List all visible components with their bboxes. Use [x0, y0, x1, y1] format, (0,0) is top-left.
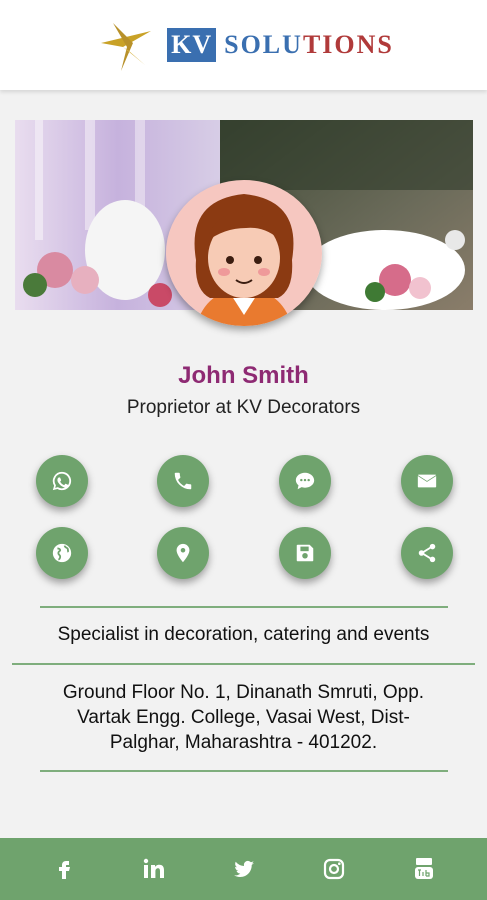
facebook-link[interactable]	[49, 854, 79, 884]
profile-role: Proprietor at KV Decorators	[126, 397, 361, 418]
facebook-icon	[59, 861, 70, 879]
star-logo-icon	[101, 23, 152, 71]
youtube-link[interactable]	[409, 854, 439, 884]
email-button[interactable]	[401, 455, 453, 507]
divider	[12, 663, 475, 665]
share-icon	[418, 543, 436, 563]
youtube-icon	[415, 858, 433, 879]
phone-button[interactable]	[157, 455, 209, 507]
address-line: Vartak Engg. College, Vasai West, Dist-	[77, 707, 410, 728]
twitter-link[interactable]	[229, 854, 259, 884]
brand-solutions: SOLUTIONS	[224, 30, 394, 59]
app-header: KV SOLUTIONS	[0, 0, 487, 90]
linkedin-icon	[143, 858, 164, 878]
profile-address: Ground Floor No. 1, Dinanath Smruti, Opp…	[30, 680, 457, 755]
brand-kv: KV	[167, 28, 217, 62]
profile-avatar	[166, 180, 322, 326]
divider	[40, 606, 448, 608]
whatsapp-icon	[52, 471, 72, 491]
phone-icon	[174, 472, 192, 490]
linkedin-link[interactable]	[139, 854, 169, 884]
divider	[40, 770, 448, 772]
floppy-disk-icon	[296, 544, 314, 562]
address-line: Palghar, Maharashtra - 401202.	[109, 732, 378, 753]
map-pin-icon	[176, 543, 190, 563]
instagram-link[interactable]	[319, 854, 349, 884]
envelope-icon	[417, 474, 437, 488]
profile-name: John Smith	[178, 362, 309, 389]
location-button[interactable]	[157, 527, 209, 579]
website-button[interactable]	[36, 527, 88, 579]
address-line: Ground Floor No. 1, Dinanath Smruti, Opp…	[62, 682, 425, 703]
social-footer	[0, 838, 487, 900]
globe-icon	[52, 543, 72, 563]
share-button[interactable]	[401, 527, 453, 579]
twitter-icon	[234, 860, 254, 878]
profile-tagline: Specialist in decoration, catering and e…	[57, 624, 430, 645]
sms-button[interactable]	[279, 455, 331, 507]
instagram-icon	[323, 858, 345, 880]
whatsapp-button[interactable]	[36, 455, 88, 507]
save-contact-button[interactable]	[279, 527, 331, 579]
chat-icon	[295, 472, 315, 490]
brand-logo[interactable]: KV SOLUTIONS	[93, 13, 394, 77]
